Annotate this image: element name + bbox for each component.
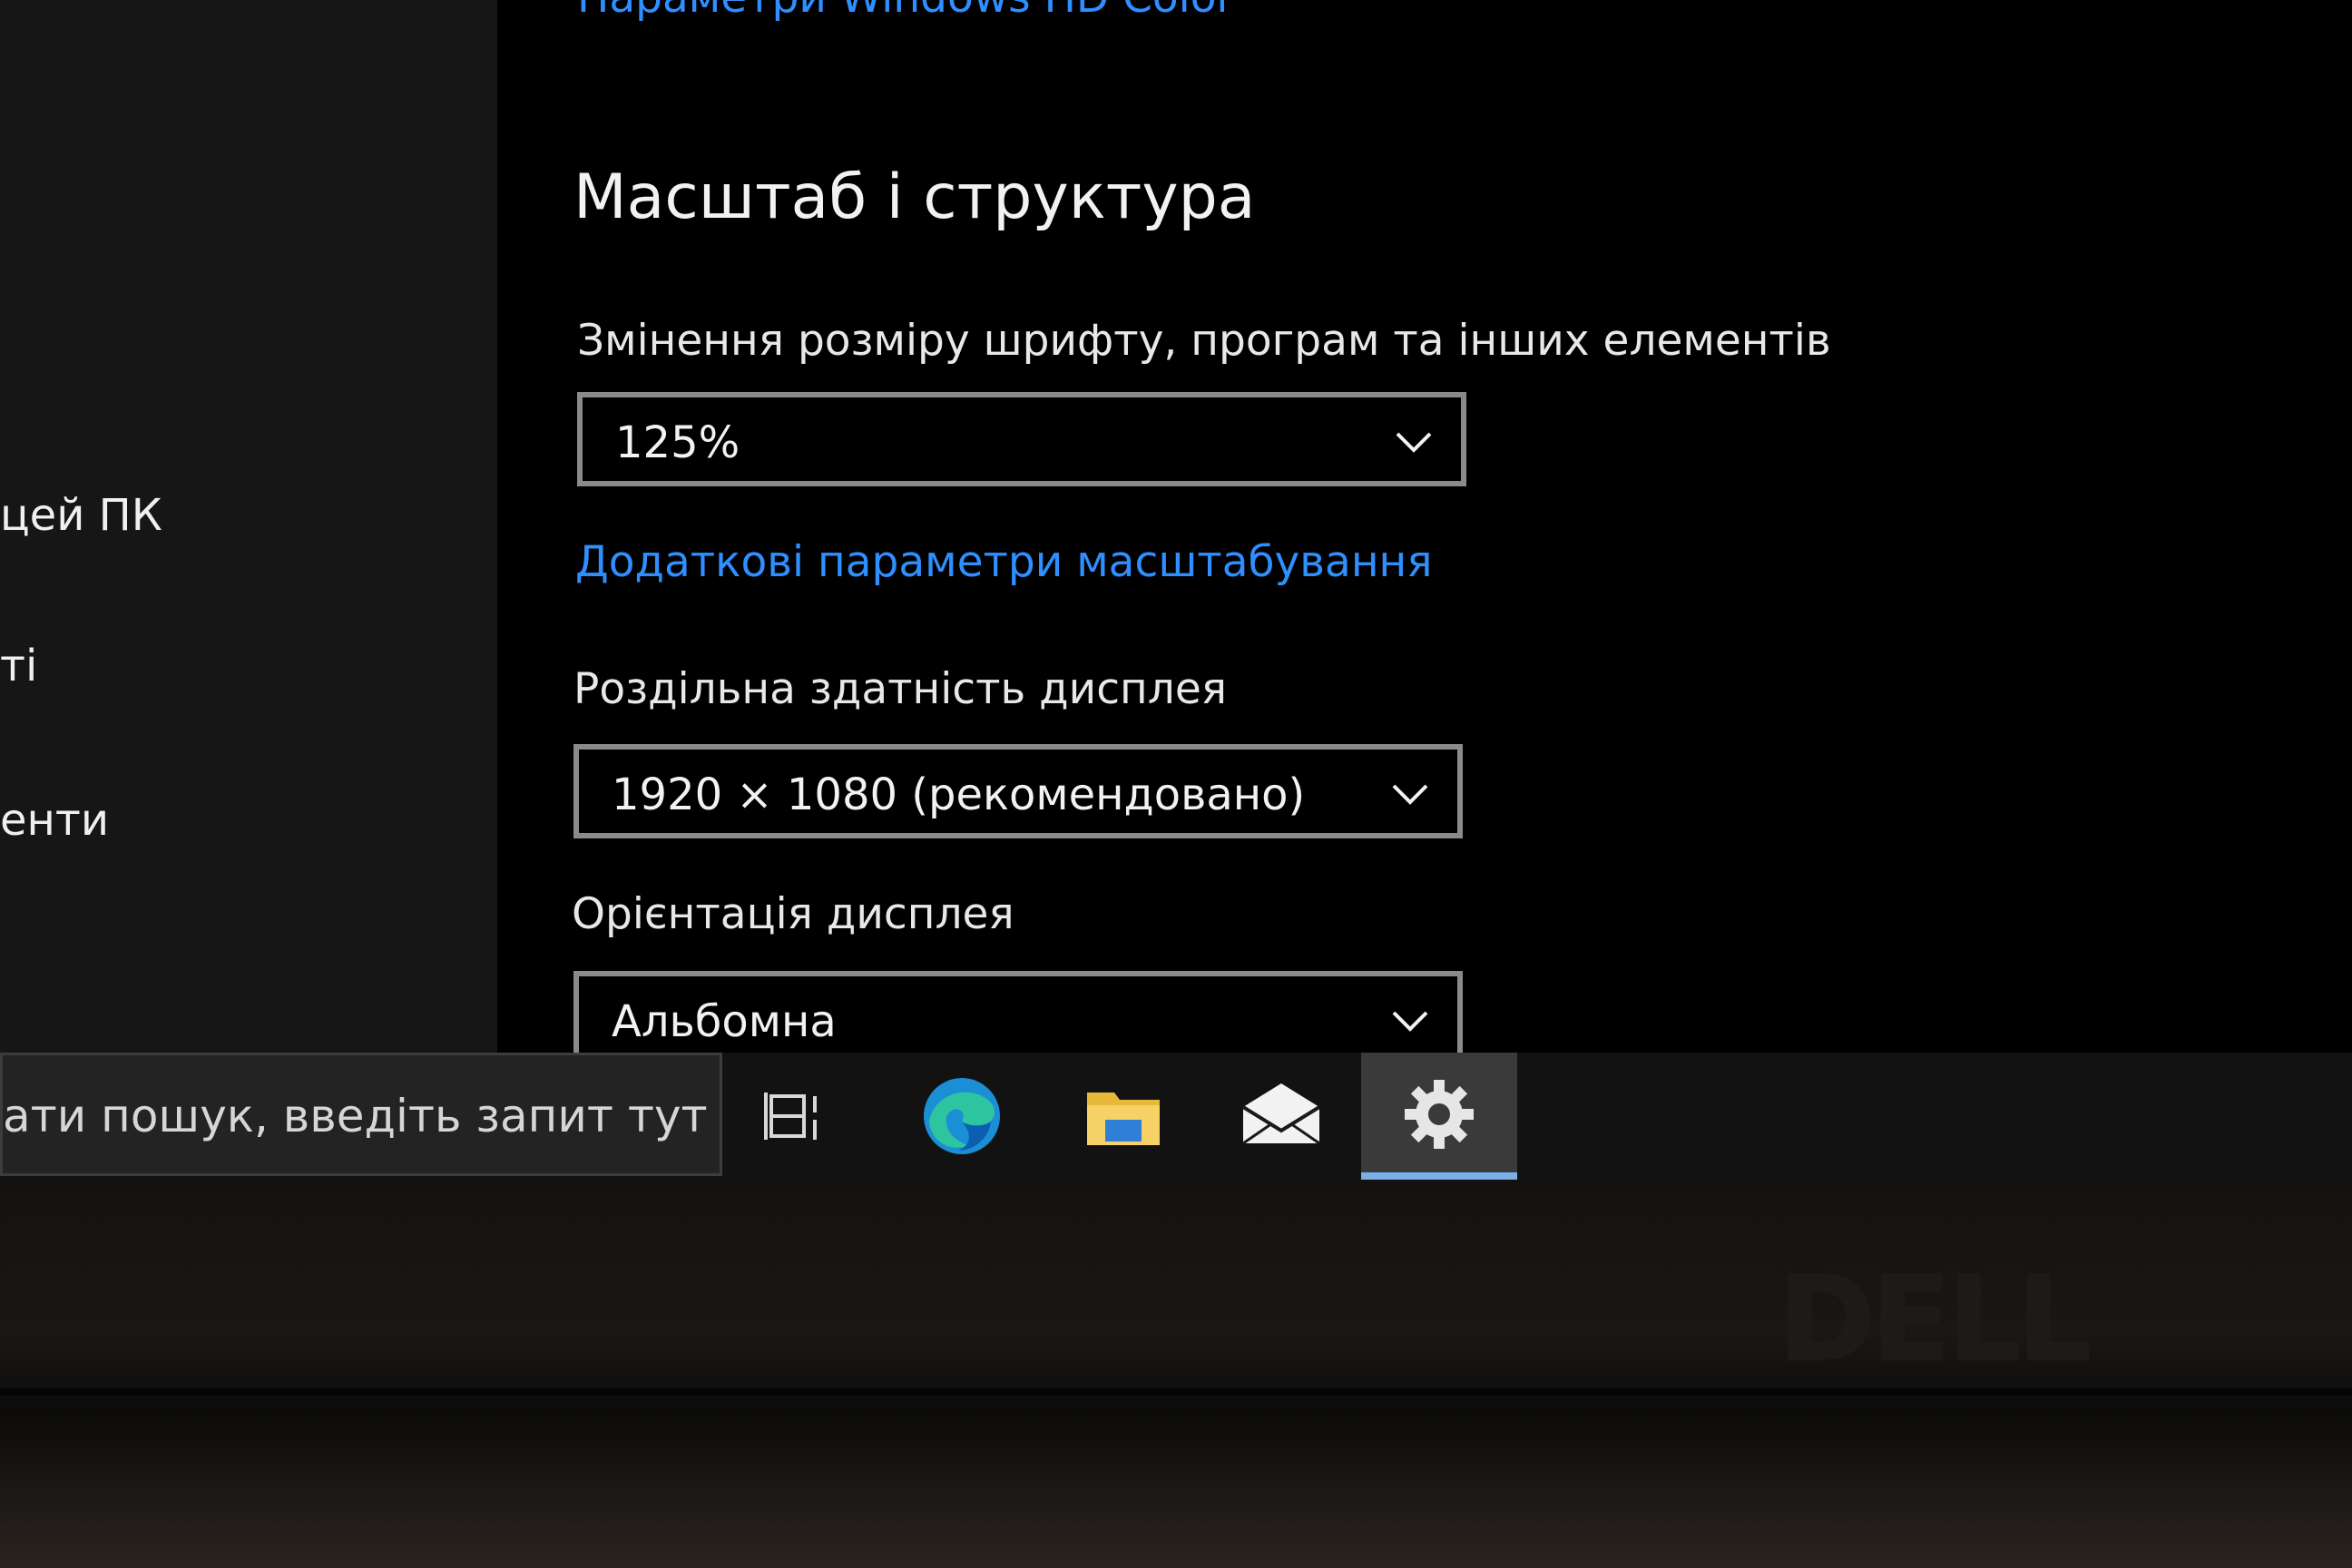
settings-taskbar-button[interactable] [1361, 1053, 1517, 1180]
scale-label: Змінення розміру шрифту, програм та інши… [577, 316, 1831, 366]
active-indicator [1361, 1172, 1517, 1180]
resolution-value: 1920 × 1080 (рекомендовано) [612, 769, 1306, 820]
taskbar-search-box[interactable]: ати пошук, введіть запит тут [0, 1053, 722, 1176]
resolution-dropdown[interactable]: 1920 × 1080 (рекомендовано) [573, 744, 1463, 838]
chevron-down-icon [1392, 784, 1428, 805]
section-title: Масштаб і структура [573, 162, 1256, 233]
settings-sidebar: цей ПК ті енти [0, 0, 497, 1053]
mail-icon[interactable] [1236, 1071, 1327, 1161]
file-explorer-icon[interactable] [1078, 1071, 1169, 1161]
resolution-label: Роздільна здатність дисплея [573, 664, 1228, 714]
bezel-edge [0, 1388, 2352, 1396]
hd-color-link[interactable]: Параметри Windows HD Color [577, 0, 1234, 23]
advanced-scaling-link[interactable]: Додаткові параметри масштабування [575, 537, 1433, 587]
orientation-dropdown[interactable]: Альбомна [573, 971, 1463, 1065]
screen: цей ПК ті енти Параметри Windows HD Colo… [0, 0, 2352, 1180]
scale-value: 125% [615, 417, 740, 468]
task-view-icon[interactable] [753, 1071, 844, 1161]
chevron-down-icon [1396, 432, 1432, 453]
sidebar-item-3[interactable]: енти [0, 795, 109, 846]
gear-icon [1405, 1080, 1474, 1149]
scale-dropdown[interactable]: 125% [577, 392, 1466, 486]
monitor-bezel: DELL [0, 1180, 2352, 1568]
sidebar-item-2[interactable]: ті [0, 641, 37, 691]
dell-logo: DELL [1779, 1252, 2092, 1387]
edge-icon[interactable] [916, 1071, 1007, 1161]
search-placeholder: ати пошук, введіть запит тут [3, 1090, 708, 1142]
sidebar-item-this-pc[interactable]: цей ПК [0, 490, 162, 541]
taskbar: ати пошук, введіть запит тут [0, 1053, 2352, 1180]
orientation-label: Орієнтація дисплея [572, 889, 1014, 939]
orientation-value: Альбомна [612, 996, 837, 1047]
chevron-down-icon [1392, 1011, 1428, 1032]
